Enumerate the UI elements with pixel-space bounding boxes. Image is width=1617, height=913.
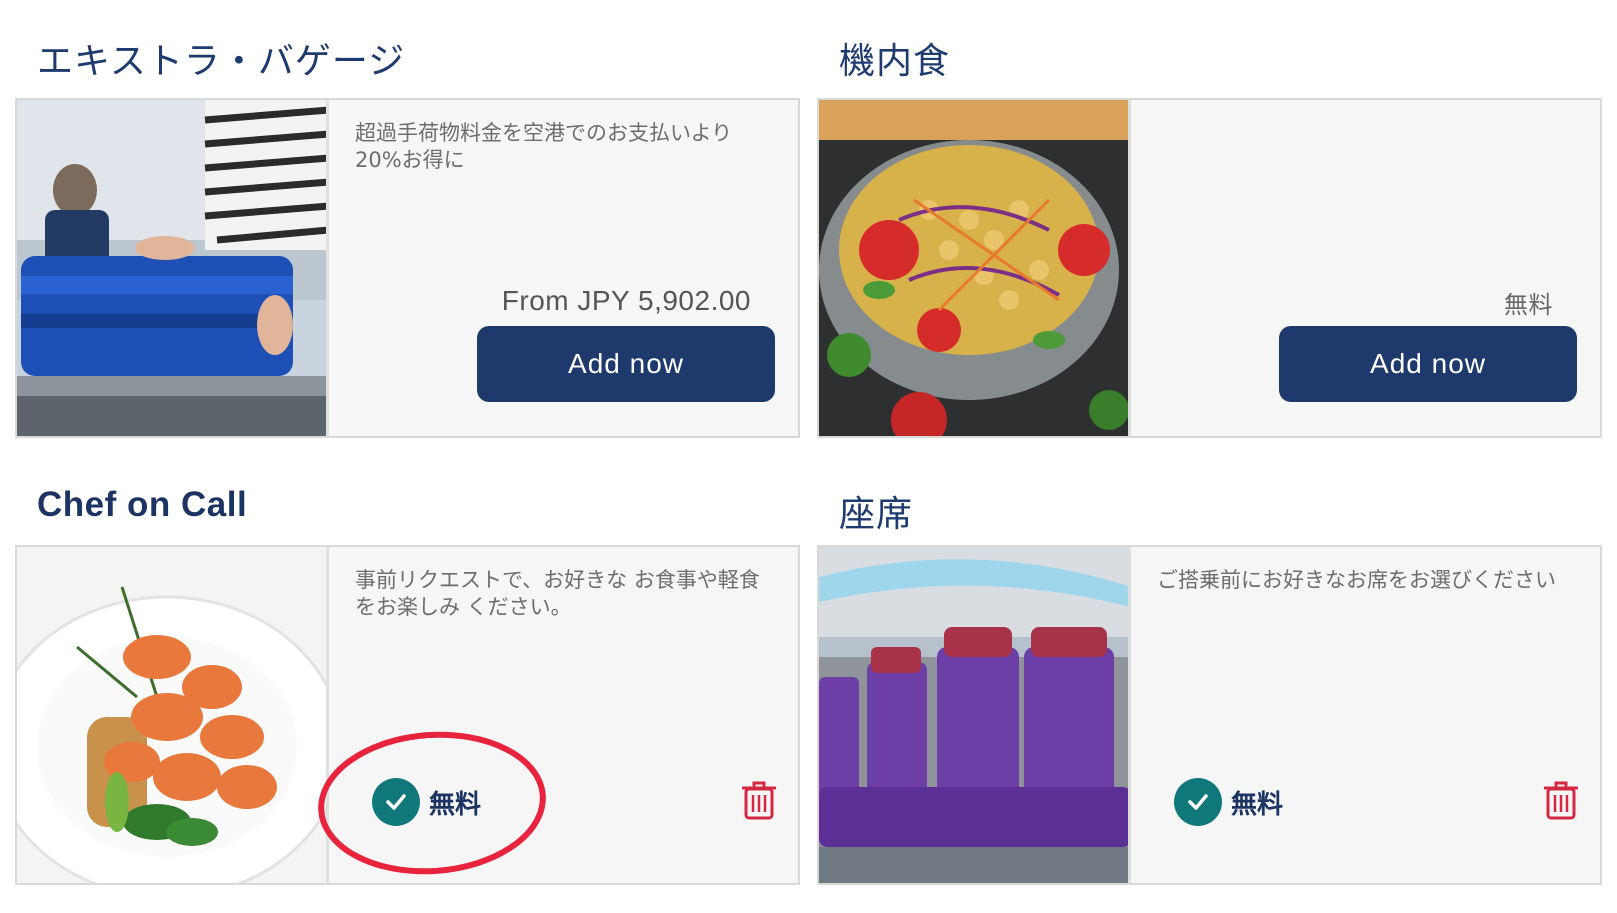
baggage-image xyxy=(17,100,329,436)
seats-title: 座席 xyxy=(839,494,914,535)
seats-trash-icon[interactable] xyxy=(1543,780,1579,820)
seats-card: ご搭乗前にお好きなお席をお選びください 無料 xyxy=(817,545,1602,885)
chef-on-call-title: Chef on Call xyxy=(37,485,248,524)
seats-section: 座席 ご搭乗前にお好きなお席をお選びください 無料 xyxy=(817,485,1602,895)
chef-on-call-status: 無料 xyxy=(372,777,481,827)
salad-image xyxy=(819,100,1131,436)
check-icon xyxy=(1174,778,1222,826)
chef-on-call-description: 事前リクエストで、お好きな お食事や軽食をお楽しみ ください。 xyxy=(355,568,760,619)
shrimp-dish-image xyxy=(17,547,329,883)
extras-grid: エキストラ・バゲージ 超過手荷物料金を空港でのお支払いより20%お得に From… xyxy=(0,0,1617,913)
chef-on-call-card: 事前リクエストで、お好きな お食事や軽食をお楽しみ ください。 無料 xyxy=(15,545,800,885)
chef-on-call-status-text: 無料 xyxy=(429,789,482,820)
extra-baggage-add-button[interactable]: Add now xyxy=(477,326,775,402)
chef-on-call-trash-icon[interactable] xyxy=(741,780,777,820)
inflight-meal-add-button[interactable]: Add now xyxy=(1279,326,1577,402)
seats-description: ご搭乗前にお好きなお席をお選びください xyxy=(1157,568,1556,592)
extra-baggage-price: From JPY 5,902.00 xyxy=(501,285,751,316)
extra-baggage-title: エキストラ・バゲージ xyxy=(37,41,406,82)
chef-on-call-section: Chef on Call 事前リクエストで、お好きな お食事や軽食をお楽しみ く… xyxy=(15,485,800,895)
extra-baggage-description: 超過手荷物料金を空港でのお支払いより20%お得に xyxy=(355,121,733,172)
extra-baggage-section: エキストラ・バゲージ 超過手荷物料金を空港でのお支払いより20%お得に From… xyxy=(15,32,800,442)
inflight-meal-price: 無料 xyxy=(1504,291,1553,319)
seats-image xyxy=(819,547,1131,883)
inflight-meal-title: 機内食 xyxy=(839,41,951,82)
extra-baggage-card: 超過手荷物料金を空港でのお支払いより20%お得に From JPY 5,902.… xyxy=(15,98,800,438)
seats-status: 無料 xyxy=(1174,777,1283,827)
inflight-meal-section: 機内食 無料 Add now xyxy=(817,32,1602,442)
inflight-meal-card: 無料 Add now xyxy=(817,98,1602,438)
seats-status-text: 無料 xyxy=(1231,789,1284,820)
check-icon xyxy=(372,778,420,826)
